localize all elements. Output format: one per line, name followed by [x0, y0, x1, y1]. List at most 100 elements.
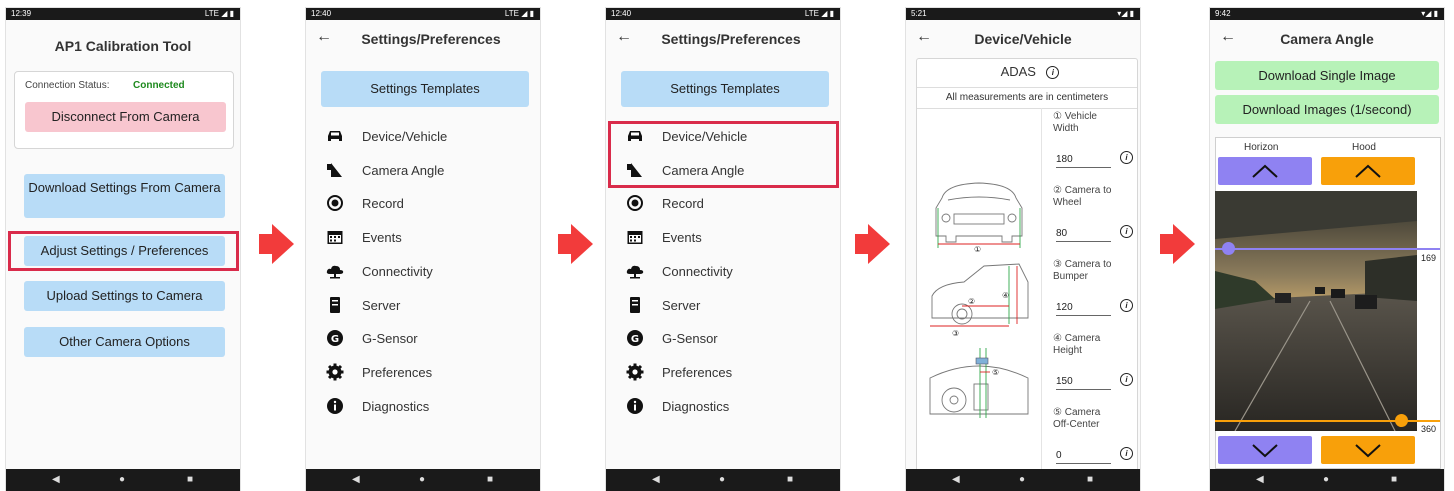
car-side-view: [931, 263, 1029, 325]
info-icon: [626, 397, 644, 415]
info-icon: [326, 397, 344, 415]
horizon-handle[interactable]: [1222, 242, 1235, 255]
info-icon[interactable]: i: [1120, 299, 1133, 312]
measurement-label: ④ Camera Height: [1053, 333, 1101, 356]
measurement-input[interactable]: 180: [1056, 153, 1111, 168]
diagram-mark-1: ①: [974, 245, 981, 254]
download-images-button[interactable]: Download Images (1/second): [1215, 95, 1439, 124]
back-nav-icon[interactable]: ◀: [352, 473, 360, 487]
status-icons: ▾◢ ▮: [1117, 9, 1134, 18]
other-options-button[interactable]: Other Camera Options: [24, 327, 225, 357]
measurement-input[interactable]: 0: [1056, 449, 1111, 464]
back-nav-icon[interactable]: ◀: [1256, 473, 1264, 487]
recents-nav-icon[interactable]: ■: [1391, 473, 1397, 487]
settings-templates-button[interactable]: Settings Templates: [321, 71, 529, 107]
record-icon: [626, 194, 644, 212]
connection-label: Connection Status:: [25, 80, 110, 91]
nav-bar: ◀ ● ■: [606, 469, 840, 491]
info-icon[interactable]: i: [1120, 225, 1133, 238]
hood-down-button[interactable]: [1321, 436, 1415, 464]
menu-item-label: G-Sensor: [662, 331, 718, 347]
page-title: AP1 Calibration Tool: [54, 38, 192, 54]
measurement-label: ① Vehicle Width: [1053, 111, 1097, 134]
screen-device-vehicle: 5:21 ▾◢ ▮ ← Device/Vehicle ADAS i All me…: [906, 8, 1140, 491]
gear-icon: [626, 363, 644, 381]
car-front-view: [935, 182, 1023, 243]
g-sensor-icon: G: [626, 329, 644, 347]
menu-item-label: G-Sensor: [362, 331, 418, 347]
horizon-line[interactable]: [1215, 248, 1440, 250]
hood-handle[interactable]: [1395, 414, 1408, 427]
page-title: Device/Vehicle: [974, 31, 1072, 47]
home-nav-icon[interactable]: ●: [719, 473, 725, 487]
status-time: 12:40: [611, 9, 632, 18]
panel-divider: [1041, 108, 1042, 489]
info-icon[interactable]: i: [1120, 151, 1133, 164]
info-icon[interactable]: i: [1120, 447, 1133, 460]
info-icon[interactable]: i: [1120, 373, 1133, 386]
back-nav-icon[interactable]: ◀: [652, 473, 660, 487]
menu-item-label: Device/Vehicle: [362, 129, 448, 144]
connection-status: Connected: [133, 80, 185, 91]
car-interior-view: [929, 365, 1029, 415]
menu-item-label: Record: [662, 196, 704, 212]
vehicle-angle-highlight: [608, 121, 839, 188]
g-sensor-icon: G: [326, 329, 344, 347]
menu-item-label: Events: [362, 230, 402, 246]
menu-item-label: Server: [362, 297, 401, 313]
menu-item-label: Connectivity: [662, 263, 733, 279]
info-icon[interactable]: i: [1046, 66, 1060, 79]
upload-settings-button[interactable]: Upload Settings to Camera: [24, 281, 225, 311]
menu-item-label: Events: [662, 230, 702, 246]
screen-main: 12:39 LTE ◢ ▮ AP1 Calibration Tool Conne…: [6, 8, 240, 491]
back-nav-icon[interactable]: ◀: [952, 473, 960, 487]
menu-item-label: Diagnostics: [662, 398, 730, 414]
angle-panel: Horizon Hood 169 360: [1215, 137, 1441, 469]
chevron-up-icon: [1355, 164, 1381, 178]
status-bar: 12:39 LTE ◢ ▮: [6, 8, 240, 20]
download-single-image-button[interactable]: Download Single Image: [1215, 61, 1439, 90]
horizon-up-button[interactable]: [1218, 157, 1312, 185]
screen-camera-angle: 9:42 ▾◢ ▮ ← Camera Angle Download Single…: [1210, 8, 1444, 491]
hood-up-button[interactable]: [1321, 157, 1415, 185]
calendar-icon: [326, 228, 344, 246]
horizon-down-button[interactable]: [1218, 436, 1312, 464]
status-time: 5:21: [911, 9, 927, 18]
recents-nav-icon[interactable]: ■: [487, 473, 493, 487]
page-title: Camera Angle: [1280, 31, 1374, 47]
gear-icon: [326, 363, 344, 381]
menu-item-label: Camera Angle: [362, 162, 445, 178]
recents-nav-icon[interactable]: ■: [787, 473, 793, 487]
menu-item-label: Preferences: [362, 364, 433, 380]
calendar-icon: [626, 228, 644, 246]
status-bar: 9:42 ▾◢ ▮: [1210, 8, 1444, 20]
home-nav-icon[interactable]: ●: [119, 473, 125, 487]
recents-nav-icon[interactable]: ■: [187, 473, 193, 487]
measurement-input[interactable]: 150: [1056, 375, 1111, 390]
status-time: 12:39: [11, 9, 32, 18]
chevron-down-icon: [1355, 444, 1381, 458]
diagram-mark-5: ⑤: [992, 368, 999, 377]
status-bar: 12:40 LTE ◢ ▮: [606, 8, 840, 20]
menu-item-label: Diagnostics: [362, 398, 430, 414]
disconnect-button[interactable]: Disconnect From Camera: [25, 102, 226, 132]
recents-nav-icon[interactable]: ■: [1087, 473, 1093, 487]
cloud-icon: [626, 262, 644, 280]
page-title: Settings/Preferences: [661, 31, 801, 47]
home-nav-icon[interactable]: ●: [419, 473, 425, 487]
home-nav-icon[interactable]: ●: [1323, 473, 1329, 487]
measurement-input[interactable]: 80: [1056, 227, 1111, 242]
back-nav-icon[interactable]: ◀: [52, 473, 60, 487]
settings-templates-button[interactable]: Settings Templates: [621, 71, 829, 107]
status-icons: LTE ◢ ▮: [504, 9, 534, 18]
measurement-input[interactable]: 120: [1056, 301, 1111, 316]
home-nav-icon[interactable]: ●: [1019, 473, 1025, 487]
camera-angle-icon: [326, 161, 344, 179]
measurement-label: ② Camera to Wheel: [1053, 185, 1112, 208]
download-settings-button[interactable]: Download Settings From Camera: [24, 174, 225, 218]
units-note: All measurements are in centimeters: [917, 87, 1137, 109]
menu-item-label: Record: [362, 196, 404, 212]
measurement-label: ③ Camera to Bumper: [1053, 259, 1112, 282]
status-icons: LTE ◢ ▮: [204, 9, 234, 18]
camera-preview-image: [1215, 191, 1417, 431]
